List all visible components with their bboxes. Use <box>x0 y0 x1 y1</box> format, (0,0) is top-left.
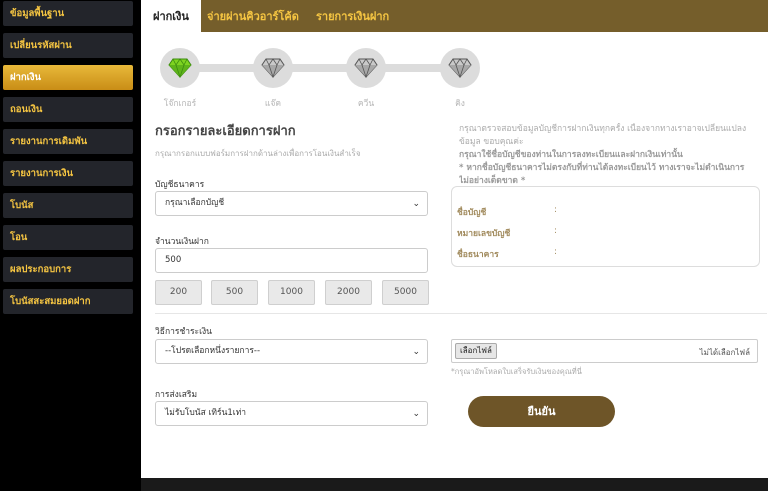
page-subtitle: กรุณากรอกแบบฟอร์มการฝากด้านล่างเพื่อการโ… <box>155 149 361 158</box>
payment-method-label: วิธีการชำระเงิน <box>155 327 212 337</box>
payment-method-value: --โปรดเลือกหนึ่งรายการ-- <box>165 346 261 356</box>
sidebar-item-finance-report[interactable]: รายงานการเงิน <box>3 161 133 186</box>
sidebar-item-change-password[interactable]: เปลี่ยนรหัสผ่าน <box>3 33 133 58</box>
amount-button-2000[interactable]: 2000 <box>325 280 372 305</box>
promotion-value: ไม่รับโบนัส เทิร์น1เท่า <box>165 408 247 418</box>
amount-button-5000[interactable]: 5000 <box>382 280 429 305</box>
step-king <box>440 48 480 88</box>
account-name-label: ชื่อบัญชี <box>457 208 487 218</box>
account-number-colon: : <box>554 226 557 236</box>
diamond-gray-icon <box>448 58 472 78</box>
receipt-upload[interactable]: เลือกไฟล์ ไม่ได้เลือกไฟล์ <box>451 339 758 363</box>
step-label-queen: ควีน <box>357 99 375 109</box>
sidebar-item-withdraw[interactable]: ถอนเงิน <box>3 97 133 122</box>
tab-deposit[interactable]: ฝากเงิน <box>141 0 201 32</box>
upload-hint: *กรุณาอัพโหลดใบเสร็จรับเงินของคุณที่นี่ <box>451 367 582 376</box>
section-divider <box>155 313 767 314</box>
step-label-joker: โจ๊กเกอร์ <box>163 99 197 109</box>
amount-button-500[interactable]: 500 <box>211 280 258 305</box>
promotion-select[interactable]: ไม่รับโบนัส เทิร์น1เท่า ⌄ <box>155 401 428 426</box>
notice-line: กรุณาตรวจสอบข้อมูลบัญชีการฝากเงินทุกครั้… <box>459 124 747 134</box>
sidebar-item-bet-report[interactable]: รายงานการเดิมพัน <box>3 129 133 154</box>
submit-button[interactable]: ยืนยัน <box>468 396 615 427</box>
page-title: กรอกรายละเอียดการฝาก <box>155 124 296 139</box>
bank-account-select[interactable]: กรุณาเลือกบัญชี ⌄ <box>155 191 428 216</box>
diamond-gray-icon <box>354 58 378 78</box>
sidebar-item-bonus[interactable]: โบนัส <box>3 193 133 218</box>
tab-bar: ฝากเงิน จ่ายผ่านคิวอาร์โค้ด รายการเงินฝา… <box>141 0 768 32</box>
sidebar-item-basic-info[interactable]: ข้อมูลพื้นฐาน <box>3 1 133 26</box>
notice-line: ข้อมูล ขอบคุณค่ะ <box>459 137 524 147</box>
bank-info-box: ชื่อบัญชี : หมายเลขบัญชี : ชื่อธนาคาร : <box>451 186 760 267</box>
main-panel: ฝากเงิน จ่ายผ่านคิวอาร์โค้ด รายการเงินฝา… <box>141 0 768 478</box>
step-jack <box>253 48 293 88</box>
notice-line: * หากชื่อบัญชีธนาคารไม่ตรงกับที่ท่านได้ล… <box>459 163 745 173</box>
amount-input[interactable]: 500 <box>155 248 428 273</box>
step-label-king: คิง <box>455 99 465 109</box>
notice-line: กรุณาใช้ชื่อบัญชีของท่านในการลงทะเบียนแล… <box>459 150 683 160</box>
promotion-label: การส่งเสริม <box>155 390 198 400</box>
amount-label: จำนวนเงินฝาก <box>155 237 209 247</box>
deposit-notice: กรุณาตรวจสอบข้อมูลบัญชีการฝากเงินทุกครั้… <box>459 123 767 188</box>
step-label-jack: แจ๊ค <box>264 99 282 109</box>
payment-method-select[interactable]: --โปรดเลือกหนึ่งรายการ-- ⌄ <box>155 339 428 364</box>
bank-name-colon: : <box>554 247 557 257</box>
diamond-gray-icon <box>261 58 285 78</box>
sidebar-item-performance[interactable]: ผลประกอบการ <box>3 257 133 282</box>
bottom-band <box>141 478 768 491</box>
sidebar-item-deposit-bonus[interactable]: โบนัสสะสมยอดฝาก <box>3 289 133 314</box>
tab-qr-payment[interactable]: จ่ายผ่านคิวอาร์โค้ด <box>207 0 299 32</box>
step-queen <box>346 48 386 88</box>
tab-deposit-list[interactable]: รายการเงินฝาก <box>316 0 389 32</box>
file-status: ไม่ได้เลือกไฟล์ <box>699 348 750 357</box>
sidebar-item-transfer[interactable]: โอน <box>3 225 133 250</box>
bank-name-label: ชื่อธนาคาร <box>457 250 499 260</box>
chevron-down-icon: ⌄ <box>412 199 420 209</box>
account-name-colon: : <box>554 205 557 215</box>
diamond-green-icon <box>168 58 192 78</box>
bank-account-value: กรุณาเลือกบัญชี <box>165 198 225 208</box>
chevron-down-icon: ⌄ <box>412 347 420 357</box>
chevron-down-icon: ⌄ <box>412 409 420 419</box>
bank-account-label: บัญชีธนาคาร <box>155 180 205 190</box>
sidebar: ข้อมูลพื้นฐาน เปลี่ยนรหัสผ่าน ฝากเงิน ถอ… <box>0 0 136 491</box>
sidebar-item-deposit[interactable]: ฝากเงิน <box>3 65 133 90</box>
step-joker <box>160 48 200 88</box>
amount-button-1000[interactable]: 1000 <box>268 280 315 305</box>
progress-track <box>181 64 476 72</box>
choose-file-button[interactable]: เลือกไฟล์ <box>455 343 497 359</box>
amount-button-200[interactable]: 200 <box>155 280 202 305</box>
account-number-label: หมายเลขบัญชี <box>457 229 511 239</box>
